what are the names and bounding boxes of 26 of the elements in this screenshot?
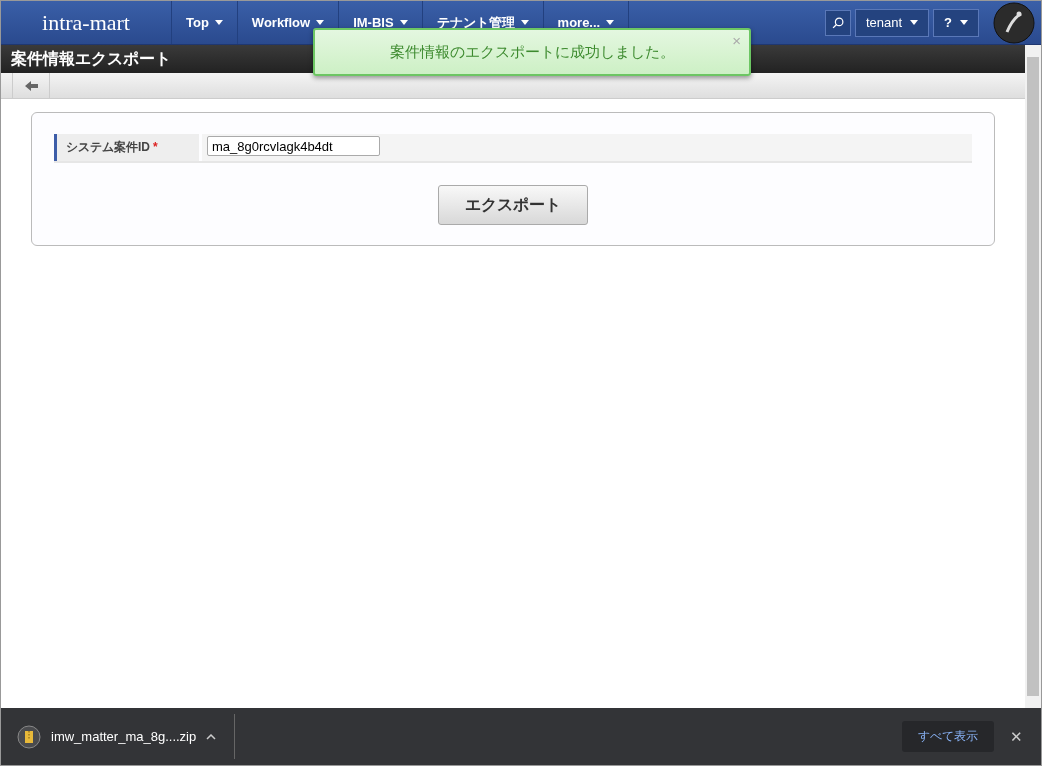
back-button[interactable] <box>12 73 50 98</box>
caret-icon <box>399 20 408 25</box>
caret-icon <box>520 20 529 25</box>
caret-icon <box>960 20 968 25</box>
caret-icon <box>910 20 919 25</box>
field-label: システム案件ID <box>66 140 150 154</box>
logo-badge-icon <box>993 1 1035 44</box>
scrollbar[interactable] <box>1025 45 1041 708</box>
chevron-up-icon <box>206 733 217 740</box>
show-all-button[interactable]: すべて表示 <box>902 721 994 752</box>
caret-icon <box>606 20 615 25</box>
caret-icon <box>214 20 223 25</box>
help-menu[interactable]: ? <box>933 8 979 37</box>
user-menu[interactable]: tenant <box>854 8 930 37</box>
menu-tab[interactable]: Top <box>172 1 238 44</box>
download-item[interactable]: imw_matter_ma_8g....zip <box>1 714 236 759</box>
caret-icon <box>316 20 325 25</box>
input-field[interactable]: ma_8g0rcvlagk4b4dt <box>207 136 380 156</box>
logo-text: intra-mart <box>1 1 172 44</box>
toast-message: 案件情報のエクスポートに成功しました。 <box>389 42 675 62</box>
export-button[interactable]: エクスポート <box>438 185 588 225</box>
back-arrow-icon <box>24 80 38 91</box>
required-mark: * <box>153 140 158 154</box>
zip-file-icon <box>17 724 41 749</box>
close-button[interactable]: ✕ <box>1004 726 1029 747</box>
search-button[interactable] <box>824 9 851 36</box>
